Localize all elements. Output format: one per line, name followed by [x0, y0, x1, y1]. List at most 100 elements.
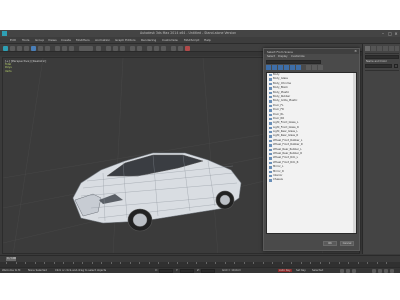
- percent-snap-icon[interactable]: [120, 45, 125, 51]
- set-key-button[interactable]: Set Key: [296, 269, 306, 272]
- zoom-icon[interactable]: [372, 268, 376, 273]
- angle-snap-icon[interactable]: [113, 45, 118, 51]
- hierarchy-tab-icon[interactable]: [377, 46, 382, 51]
- select-none-icon[interactable]: [312, 65, 317, 70]
- command-panel: Name and Color: [362, 44, 400, 254]
- pivot-icon[interactable]: [96, 45, 101, 51]
- track-bar-tick: [224, 262, 226, 264]
- select-all-icon[interactable]: [306, 65, 311, 70]
- dialog-close-icon[interactable]: ×: [354, 49, 357, 53]
- geometry-object-icon: [268, 117, 272, 121]
- track-bar-tick: [291, 262, 292, 264]
- filter-geometry-icon[interactable]: [266, 65, 271, 70]
- track-bar-tick: [15, 262, 17, 264]
- time-slider-bar[interactable]: 0 / 100: [0, 255, 400, 262]
- key-filter-dropdown[interactable]: Selected: [312, 269, 323, 272]
- menu-modifiers[interactable]: Modifiers: [76, 38, 90, 42]
- create-tab-icon[interactable]: [365, 46, 370, 51]
- app-logo-icon[interactable]: [2, 31, 7, 36]
- modify-tab-icon[interactable]: [371, 46, 376, 51]
- menu-group[interactable]: Group: [35, 38, 44, 42]
- undo-icon[interactable]: [3, 45, 8, 51]
- track-bar-tick: [357, 262, 359, 264]
- display-tab-icon[interactable]: [389, 46, 394, 51]
- utilities-tab-icon[interactable]: [395, 46, 399, 51]
- link-icon[interactable]: [17, 45, 22, 51]
- list-item[interactable]: Chassis: [267, 178, 356, 182]
- auto-key-button[interactable]: Auto Key: [278, 269, 292, 272]
- schematic-view-icon[interactable]: [161, 45, 166, 51]
- object-color-swatch[interactable]: [394, 64, 398, 68]
- cancel-button[interactable]: Cancel: [340, 241, 354, 246]
- geometry-object-icon: [268, 91, 272, 94]
- dialog-menu-customize[interactable]: Customize: [291, 55, 305, 58]
- track-bar-tick: [253, 262, 254, 264]
- move-icon[interactable]: [55, 45, 60, 51]
- filter-helpers-icon[interactable]: [290, 65, 295, 70]
- category-bar[interactable]: [365, 55, 399, 59]
- menu-graph-editors[interactable]: Graph Editors: [115, 38, 136, 42]
- mirror-icon[interactable]: [130, 45, 135, 51]
- close-icon[interactable]: ×: [393, 31, 399, 36]
- minimize-icon[interactable]: –: [380, 31, 386, 36]
- dialog-title: Select From Scene: [267, 49, 293, 54]
- menu-help[interactable]: Help: [204, 38, 211, 42]
- dialog-title-bar[interactable]: Select From Scene ×: [264, 49, 359, 54]
- list-item-label: Body: [273, 73, 280, 76]
- align-icon[interactable]: [137, 45, 142, 51]
- car-model[interactable]: [72, 152, 242, 232]
- menu-edit[interactable]: Edit: [10, 38, 16, 42]
- render-setup-icon[interactable]: [178, 45, 183, 51]
- list-item-label: Door_FR: [273, 108, 284, 112]
- filter-lights-icon[interactable]: [278, 65, 283, 70]
- last-frame-icon[interactable]: [352, 268, 356, 273]
- menu-maxscript[interactable]: MAXScript: [184, 38, 199, 42]
- select-object-icon[interactable]: [31, 45, 36, 51]
- menu-tools[interactable]: Tools: [22, 38, 29, 42]
- geometry-object-icon: [268, 100, 272, 103]
- menu-bar: Edit Tools Group Views Create Modifiers …: [0, 37, 400, 44]
- track-bar-tick: [262, 262, 264, 264]
- menu-animation[interactable]: Animation: [95, 38, 110, 42]
- select-invert-icon[interactable]: [318, 65, 323, 70]
- track-bar-tick: [110, 262, 112, 264]
- orbit-icon[interactable]: [378, 268, 382, 273]
- menu-create[interactable]: Create: [61, 38, 71, 42]
- curve-editor-icon[interactable]: [154, 45, 159, 51]
- layer-manager-icon[interactable]: [147, 45, 152, 51]
- menu-rendering[interactable]: Rendering: [141, 38, 156, 42]
- scene-object-list[interactable]: Body Body_Glass Body_Chrome Body_Black Body_…: [266, 72, 357, 234]
- pan-icon[interactable]: [384, 268, 388, 273]
- geometry-object-icon: [268, 170, 272, 173]
- list-item-label: Light_Rear_Glass_L: [273, 130, 298, 134]
- render-icon[interactable]: [185, 45, 190, 51]
- welcome-text[interactable]: Welcome to M: [2, 269, 20, 272]
- filter-shapes-icon[interactable]: [272, 65, 277, 70]
- menu-views[interactable]: Views: [48, 38, 57, 42]
- rect-selection-icon[interactable]: [45, 45, 50, 51]
- scale-icon[interactable]: [69, 45, 74, 51]
- next-frame-icon[interactable]: [346, 268, 350, 273]
- menu-customize[interactable]: Customize: [162, 38, 178, 42]
- material-editor-icon[interactable]: [171, 45, 176, 51]
- track-bar-tick: [167, 262, 169, 264]
- maximize-viewport-icon[interactable]: [390, 268, 394, 273]
- rotate-icon[interactable]: [62, 45, 67, 51]
- snap-icon[interactable]: [106, 45, 111, 51]
- track-bar-tick: [91, 262, 93, 264]
- motion-tab-icon[interactable]: [383, 46, 388, 51]
- play-icon[interactable]: [340, 268, 344, 273]
- object-name-field[interactable]: [365, 64, 392, 68]
- filter-spacewarps-icon[interactable]: [296, 65, 301, 70]
- select-by-name-icon[interactable]: [38, 45, 43, 51]
- command-panel-tabs: [365, 46, 399, 51]
- reference-coord-dropdown[interactable]: [79, 45, 93, 51]
- unlink-icon[interactable]: [24, 45, 29, 51]
- dialog-menu-display[interactable]: Display: [278, 55, 288, 58]
- ok-button[interactable]: OK: [323, 241, 337, 246]
- dialog-menu-select[interactable]: Select: [267, 55, 275, 58]
- geometry-object-icon: [268, 131, 272, 134]
- redo-icon[interactable]: [10, 45, 15, 51]
- find-field[interactable]: [266, 60, 321, 64]
- filter-cameras-icon[interactable]: [284, 65, 289, 70]
